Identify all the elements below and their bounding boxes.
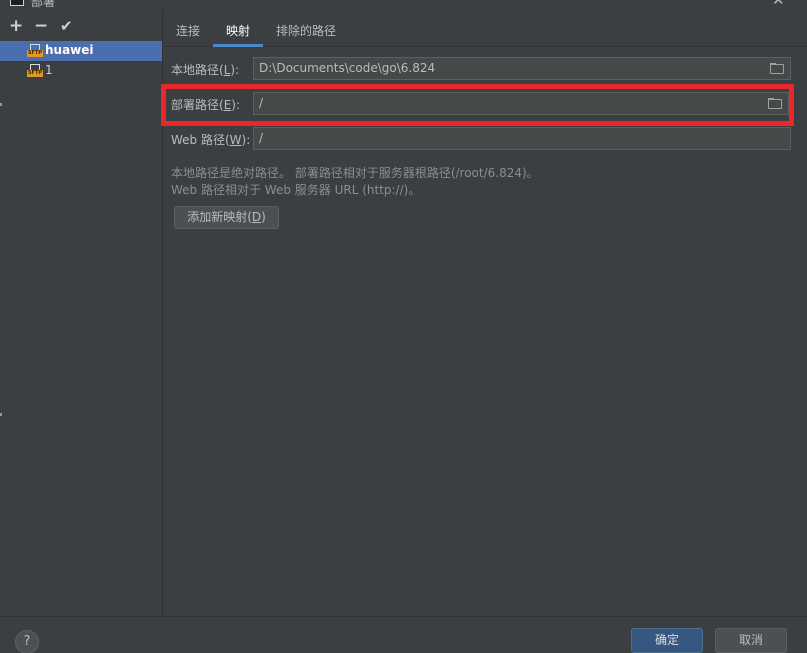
tab-mappings[interactable]: 映射 <box>226 22 250 39</box>
server-label: 1 <box>45 63 53 77</box>
web-path-field[interactable]: / <box>253 127 791 150</box>
sftp-server-icon: SFTP <box>27 64 43 78</box>
window-title: 部署 <box>31 0 56 9</box>
active-tab-indicator <box>213 44 263 47</box>
check-icon[interactable]: ✔ <box>60 18 73 34</box>
web-path-value: / <box>259 131 264 145</box>
edge-marker <box>0 103 2 106</box>
help-button[interactable]: ? <box>15 630 39 653</box>
sftp-server-icon: SFTP <box>27 44 43 58</box>
edge-marker <box>0 413 2 416</box>
add-server-button[interactable]: + <box>9 18 23 35</box>
tab-excluded-paths[interactable]: 排除的路径 <box>276 22 336 39</box>
highlight-annotation <box>161 84 794 126</box>
app-icon <box>10 0 24 6</box>
local-path-value: D:\Documents\code\go\6.824 <box>259 61 436 75</box>
server-item-1[interactable]: SFTP 1 <box>0 61 162 81</box>
remove-server-button[interactable]: − <box>34 18 48 35</box>
web-path-label: Web 路径(W): <box>171 133 251 147</box>
folder-browse-icon[interactable] <box>770 63 784 74</box>
server-item-huawei[interactable]: SFTP huawei <box>0 41 162 61</box>
help-text-line-2: Web 路径相对于 Web 服务器 URL (http://)。 <box>171 183 421 197</box>
cancel-button[interactable]: 取消 <box>715 628 787 653</box>
server-list-panel: + − ✔ SFTP huawei SFTP 1 <box>0 9 163 616</box>
tab-bar: 连接 映射 排除的路径 <box>163 9 807 47</box>
help-text-line-1: 本地路径是绝对路径。 部署路径相对于服务器根路径(/root/6.824)。 <box>171 166 539 180</box>
local-path-field[interactable]: D:\Documents\code\go\6.824 <box>253 57 791 80</box>
server-label: huawei <box>45 43 94 57</box>
add-mapping-button[interactable]: 添加新映射(D) <box>174 206 279 229</box>
tab-connection[interactable]: 连接 <box>176 22 200 39</box>
local-path-label: 本地路径(L): <box>171 63 240 77</box>
title-bar: 部署 ✕ <box>0 0 807 9</box>
ok-button[interactable]: 确定 <box>631 628 703 653</box>
close-icon[interactable]: ✕ <box>772 0 785 9</box>
